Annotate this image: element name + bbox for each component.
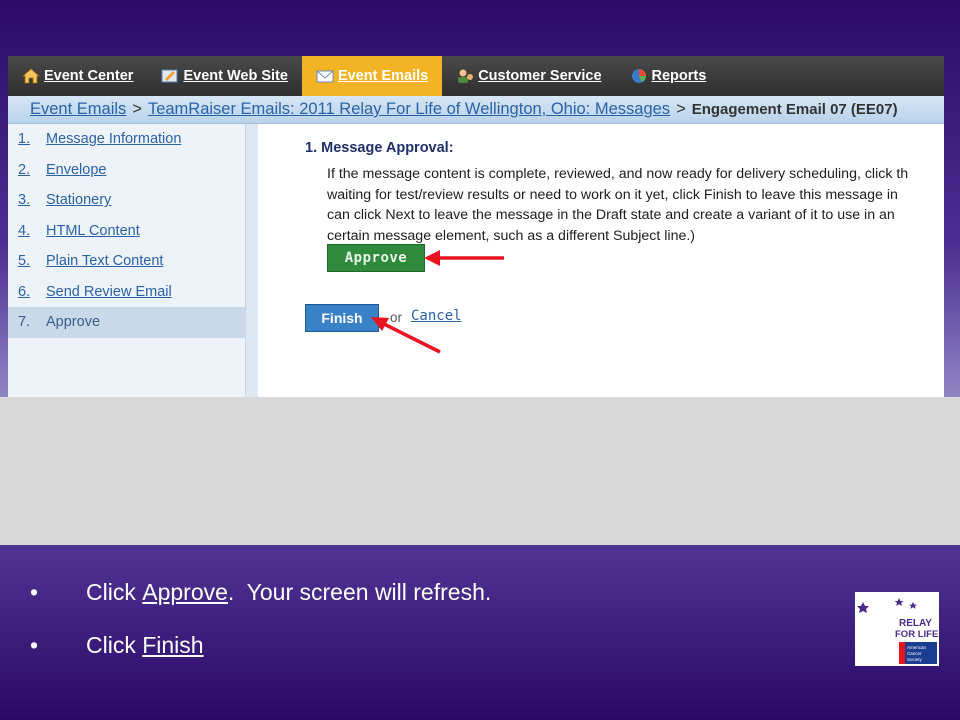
finish-button[interactable]: Finish — [305, 304, 379, 332]
breadcrumb-separator: > — [676, 100, 686, 118]
step-label: Plain Text Content — [46, 253, 164, 270]
description-line: certain message element, such as a diffe… — [327, 227, 696, 244]
website-icon — [161, 69, 178, 83]
breadcrumb-separator: > — [132, 100, 142, 118]
nav-label: Customer Service — [478, 68, 602, 84]
step-number: 4. — [18, 222, 31, 239]
sidebar-step-stationery[interactable]: 3. Stationery — [8, 185, 245, 216]
svg-text:American: American — [907, 645, 927, 650]
nav-label: Reports — [651, 68, 707, 84]
breadcrumb-current: Engagement Email 07 (EE07) — [691, 101, 898, 118]
sidebar-step-html-content[interactable]: 4. HTML Content — [8, 216, 245, 247]
reports-icon — [631, 69, 646, 83]
approve-button[interactable]: Approve — [327, 244, 425, 272]
logo-text: FOR LIFE — [895, 629, 938, 640]
breadcrumb-event-emails[interactable]: Event Emails — [30, 100, 126, 119]
step-number: 6. — [18, 283, 31, 300]
step-number: 7. — [18, 314, 31, 331]
step-label: Envelope — [46, 161, 107, 178]
relay-for-life-logo-icon: RELAY FOR LIFE American Cancer Society — [855, 592, 939, 666]
section-title: 1. Message Approval: — [305, 140, 454, 156]
message-approval-panel: 1. Message Approval: If the message cont… — [258, 124, 944, 397]
step-number: 2. — [18, 161, 31, 178]
bullet-glyph: • — [30, 631, 39, 658]
sidebar-step-envelope[interactable]: 2. Envelope — [8, 155, 245, 186]
step-label: HTML Content — [46, 222, 140, 239]
sidebar-step-message-information[interactable]: 1. Message Information — [8, 124, 245, 155]
instruction-link-approve: Approve — [142, 578, 228, 605]
or-text: or — [390, 310, 403, 325]
logo-text: RELAY — [899, 618, 932, 629]
step-number: 3. — [18, 192, 31, 209]
sidebar-gutter — [246, 124, 258, 397]
nav-event-center[interactable]: Event Center — [8, 56, 147, 96]
instruction-item: • Click Finish — [30, 627, 491, 663]
screenshot-gray-panel — [0, 397, 960, 545]
breadcrumb-messages[interactable]: TeamRaiser Emails: 2011 Relay For Life o… — [148, 100, 670, 119]
nav-customer-service[interactable]: Customer Service — [442, 56, 615, 96]
app-screenshot: Event Center Event Web Site Event Emails… — [8, 56, 944, 397]
nav-event-web-site[interactable]: Event Web Site — [147, 56, 301, 96]
sidebar-step-plain-text-content[interactable]: 5. Plain Text Content — [8, 246, 245, 277]
instruction-link-finish: Finish — [142, 631, 204, 658]
svg-text:Cancer: Cancer — [907, 651, 922, 656]
step-number: 1. — [18, 131, 31, 148]
cancel-link[interactable]: Cancel — [411, 308, 462, 324]
relay-for-life-logo: RELAY FOR LIFE American Cancer Society — [855, 592, 939, 666]
description-line: can click Next to leave the message in t… — [327, 207, 895, 223]
step-sidebar: 1. Message Information 2. Envelope 3. Stati… — [8, 124, 246, 397]
step-label: Message Information — [46, 131, 182, 148]
customer-service-icon — [458, 69, 474, 83]
sidebar-step-send-review-email[interactable]: 6. Send Review Email — [8, 277, 245, 308]
instruction-list: • Click Approve . Your screen will refre… — [30, 574, 491, 680]
step-label: Approve — [46, 314, 101, 331]
step-label: Send Review Email — [46, 283, 172, 300]
nav-reports[interactable]: Reports — [616, 56, 721, 96]
section-description: If the message content is complete, revi… — [327, 164, 944, 246]
description-line: If the message content is complete, revi… — [327, 166, 909, 182]
top-navigation: Event Center Event Web Site Event Emails… — [8, 56, 944, 96]
home-icon — [22, 68, 40, 84]
description-line: waiting for test/review results or need … — [327, 186, 898, 203]
instruction-text-before: Click — [86, 631, 143, 658]
instruction-item: • Click Approve . Your screen will refre… — [30, 574, 491, 610]
svg-text:Society: Society — [907, 657, 923, 662]
instruction-text-after: . Your screen will refresh. — [227, 578, 492, 605]
step-number: 5. — [18, 253, 31, 270]
nav-label: Event Center — [44, 68, 134, 84]
nav-label: Event Web Site — [183, 68, 288, 84]
nav-label: Event Emails — [337, 68, 429, 84]
nav-event-emails[interactable]: Event Emails — [301, 56, 443, 96]
breadcrumb: Event Emails > TeamRaiser Emails: 2011 R… — [8, 96, 944, 124]
instruction-text-before: Click — [86, 578, 143, 605]
email-icon — [316, 70, 334, 83]
step-label: Stationery — [46, 192, 112, 209]
sidebar-step-approve: 7. Approve — [8, 307, 245, 338]
bullet-glyph: • — [30, 578, 39, 605]
